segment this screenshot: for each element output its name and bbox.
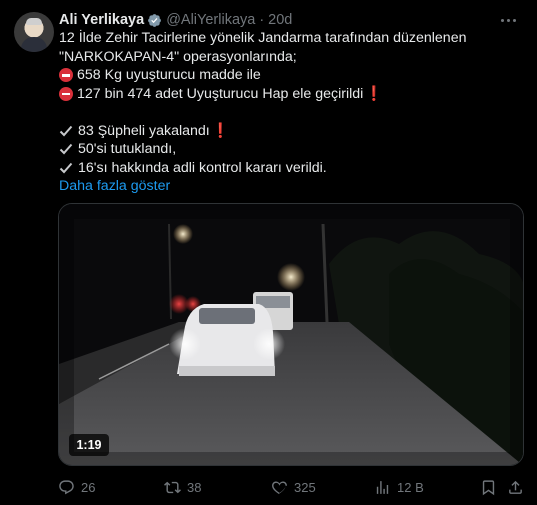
exclamation-icon: ❗ [365, 85, 383, 102]
author-avatar[interactable] [14, 12, 54, 52]
share-button[interactable] [507, 477, 524, 497]
text-line-4: 127 bin 474 adet Uyuşturucu Hap ele geçi… [59, 85, 524, 104]
text-line-6-label: 50'si tutuklandı, [78, 141, 177, 157]
text-line-6: 50'si tutuklandı, [59, 140, 524, 159]
reply-button[interactable]: 26 [58, 477, 95, 497]
repost-count: 38 [187, 479, 202, 495]
video-player[interactable] [58, 203, 524, 466]
repost-button[interactable]: 38 [164, 477, 201, 497]
views-button[interactable]: 12 B [374, 477, 424, 497]
text-line-2: "NARKOKAPAN-4" operasyonlarında; [59, 48, 297, 65]
repost-icon [164, 481, 181, 493]
reply-count: 26 [81, 479, 96, 495]
views-chart-icon [376, 480, 389, 494]
video-duration: 1:19 [69, 434, 109, 456]
tweet[interactable]: Ali Yerlikaya @AliYerlikaya · 20d 12 İld… [0, 0, 537, 505]
text-line-5: 83 Şüpheli yakalandı ❗ [59, 122, 524, 141]
exclamation-icon: ❗ [211, 122, 230, 139]
tweet-text: 12 İlde Zehir Tacirlerine yönelik Jandar… [59, 29, 524, 196]
text-line-4-label: 127 bin 474 adet Uyuşturucu Hap ele geçi… [77, 85, 364, 102]
tweet-actions: 26 38 325 12 B [58, 477, 524, 497]
verified-badge-icon [148, 13, 162, 27]
more-options-icon[interactable] [497, 12, 519, 28]
reply-icon [59, 479, 74, 494]
no-entry-icon [59, 68, 73, 83]
show-more-link[interactable]: Daha fazla göster [59, 177, 524, 196]
share-icon [509, 480, 522, 494]
video-frame [59, 204, 523, 465]
check-mark-icon [59, 125, 73, 137]
separator-dot: · [259, 12, 265, 28]
bookmark-icon [482, 479, 495, 495]
tweet-time[interactable]: 20d [268, 12, 292, 28]
text-line-7: 16'sı hakkında adli kontrol kararı veril… [59, 159, 524, 178]
text-line-5-label: 83 Şüpheli yakalandı [78, 122, 210, 139]
bookmark-button[interactable] [480, 477, 497, 497]
text-line-3-label: 658 Kg uyuşturucu madde ile [77, 67, 261, 83]
author-handle[interactable]: @AliYerlikaya [166, 12, 255, 28]
text-line-3: 658 Kg uyuşturucu madde ile [59, 66, 524, 85]
text-line-7-label: 16'sı hakkında adli kontrol kararı veril… [78, 159, 327, 176]
tweet-header: Ali Yerlikaya @AliYerlikaya · 20d [59, 11, 292, 29]
views-count: 12 B [397, 479, 424, 495]
heart-icon [272, 480, 287, 494]
text-line-1: 12 İlde Zehir Tacirlerine yönelik Jandar… [59, 30, 467, 46]
like-button[interactable]: 325 [271, 477, 316, 497]
check-mark-icon [59, 162, 73, 174]
like-count: 325 [294, 479, 316, 495]
author-name[interactable]: Ali Yerlikaya [59, 12, 144, 28]
no-entry-icon [59, 86, 73, 101]
check-mark-icon [59, 144, 73, 155]
